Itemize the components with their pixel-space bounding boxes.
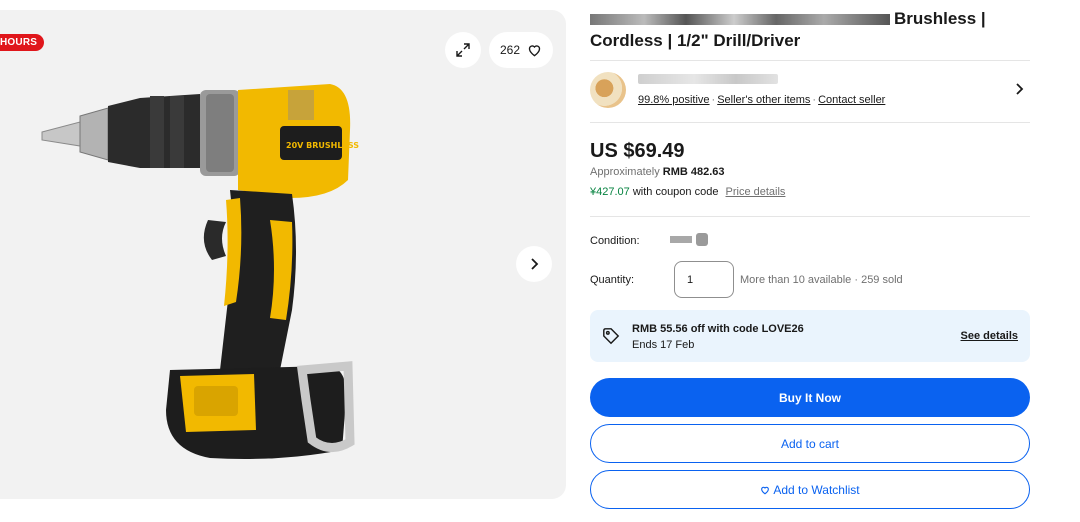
listing-title: Brushless | Cordless | 1/2" Drill/Driver <box>590 9 986 50</box>
expand-button[interactable] <box>445 32 481 68</box>
seller-other-items-link[interactable]: Seller's other items <box>717 94 810 106</box>
promo-banner: RMB 55.56 off with code LOVE26 Ends 17 F… <box>590 310 1030 362</box>
heart-icon <box>761 486 770 494</box>
condition-value-redacted[interactable] <box>670 233 710 246</box>
chevron-right-icon[interactable] <box>1014 82 1024 96</box>
time-badge: HOURS <box>0 34 45 51</box>
svg-text:20V BRUSHLESS: 20V BRUSHLESS <box>286 141 359 150</box>
seller-card[interactable]: 99.8% positive · Seller's other items · Cont… <box>590 70 1030 110</box>
divider <box>590 122 1030 123</box>
promo-title: RMB 55.56 off with code LOVE26 <box>632 323 804 335</box>
price: US $69.49 <box>590 140 685 162</box>
quantity-input[interactable]: 1 <box>674 261 734 298</box>
contact-seller-link[interactable]: Contact seller <box>818 94 885 106</box>
next-image-button[interactable] <box>516 246 552 282</box>
product-image: 20V BRUSHLESS <box>41 84 359 459</box>
divider <box>590 216 1030 217</box>
approx-price: Approximately RMB 482.63 <box>590 166 725 178</box>
watch-count-button[interactable]: 262 <box>489 32 553 68</box>
add-to-cart-button[interactable]: Add to cart <box>590 424 1030 463</box>
buy-it-now-button[interactable]: Buy It Now <box>590 378 1030 417</box>
seller-name-redacted[interactable] <box>638 74 778 84</box>
condition-label: Condition: <box>590 235 640 247</box>
see-details-link[interactable]: See details <box>961 330 1018 342</box>
promo-expiry: Ends 17 Feb <box>632 339 695 351</box>
chevron-right-icon <box>531 258 539 270</box>
image-gallery[interactable]: HOURS 262 20V BRUSHLESS <box>0 10 566 499</box>
divider <box>590 60 1030 61</box>
price-details-link[interactable]: Price details <box>726 186 786 198</box>
feedback-link[interactable]: 99.8% positive <box>638 94 710 106</box>
watch-count: 262 <box>499 43 521 57</box>
coupon-price: ¥427.07 with coupon code Price details <box>590 186 786 198</box>
heart-icon <box>528 45 541 57</box>
quantity-label: Quantity: <box>590 274 635 286</box>
add-to-watchlist-button[interactable]: Add to Watchlist <box>590 470 1030 509</box>
seller-links: 99.8% positive · Seller's other items · Cont… <box>638 94 886 106</box>
availability-text: More than 10 available · 259 sold <box>740 274 903 286</box>
expand-icon <box>456 43 470 57</box>
redacted-title-text <box>590 14 890 26</box>
seller-avatar[interactable] <box>590 72 626 108</box>
tag-icon <box>603 328 620 345</box>
